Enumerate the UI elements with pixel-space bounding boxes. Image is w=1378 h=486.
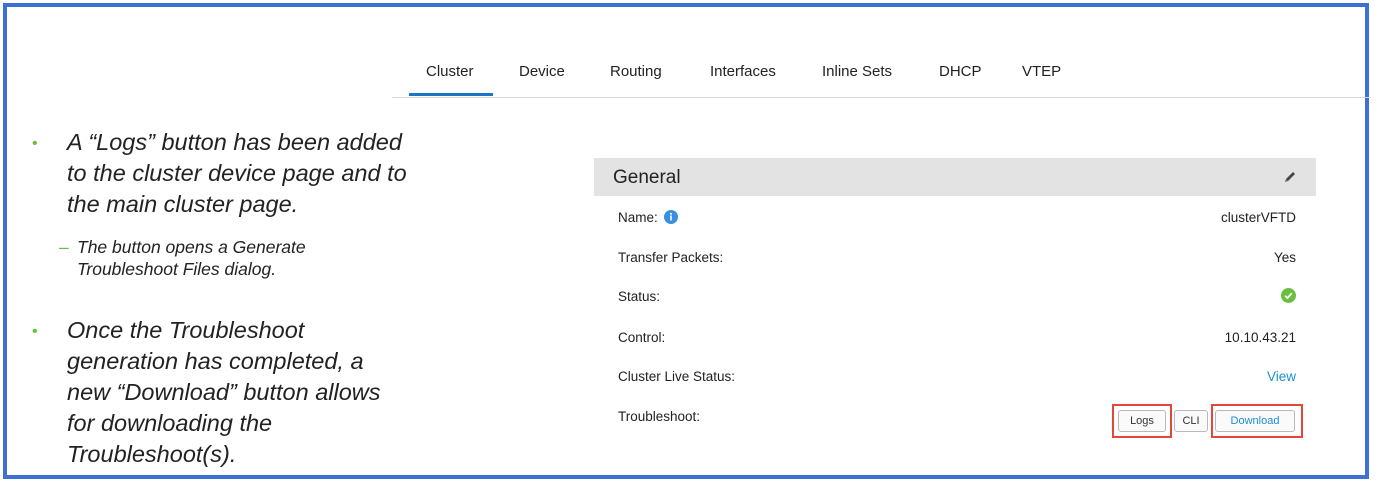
bullet-logs: • A “Logs” button has been added to the … <box>32 127 407 220</box>
bullet-dot: • <box>32 323 38 340</box>
row-label: Troubleshoot: <box>618 409 701 424</box>
row-control: Control: 10.10.43.21 <box>618 330 1296 350</box>
bullet-line: generation has completed, a <box>67 348 364 374</box>
row-label: Status: <box>618 289 661 304</box>
row-status: Status: <box>618 288 1296 309</box>
tab-bar: Cluster Device Routing Interfaces Inline… <box>392 49 1370 98</box>
tab-interfaces[interactable]: Interfaces <box>710 63 776 80</box>
row-label-text: Name: <box>618 210 658 225</box>
bullet-line: Once the Troubleshoot <box>67 317 305 343</box>
panel-header: General <box>594 158 1316 196</box>
info-icon[interactable] <box>663 210 678 224</box>
row-value: 10.10.43.21 <box>1224 330 1296 345</box>
row-value: clusterVFTD <box>1220 210 1296 225</box>
row-label: Transfer Packets: <box>618 250 724 265</box>
bullet-line: new “Download” button allows <box>67 379 381 405</box>
cli-button[interactable]: CLI <box>1174 410 1208 432</box>
check-circle-icon <box>1281 288 1296 303</box>
view-link[interactable]: View <box>1267 369 1296 384</box>
logs-highlight-box <box>1112 404 1172 438</box>
row-label: Name: <box>618 210 678 225</box>
bullet-dot: • <box>32 135 38 152</box>
slide-frame: Cluster Device Routing Interfaces Inline… <box>3 3 1370 479</box>
tab-device[interactable]: Device <box>519 63 565 80</box>
pencil-icon[interactable] <box>1282 169 1298 185</box>
sub-bullet-line: Troubleshoot Files dialog. <box>77 259 277 279</box>
row-name: Name: clusterVFTD <box>618 210 1296 230</box>
row-label: Control: <box>618 330 666 345</box>
tab-routing[interactable]: Routing <box>610 63 662 80</box>
tab-dhcp[interactable]: DHCP <box>939 63 982 80</box>
download-highlight-box <box>1211 404 1303 438</box>
general-panel: General Name: clusterVFTD Transfer Packe… <box>594 158 1316 438</box>
row-value: Yes <box>1273 250 1296 265</box>
tab-cluster[interactable]: Cluster <box>409 63 492 96</box>
row-cluster-live-status: Cluster Live Status: View <box>618 369 1296 389</box>
bullet-line: A “Logs” button has been added <box>67 129 402 155</box>
panel-title: General <box>613 167 681 188</box>
sub-bullet-dash: – <box>59 237 69 257</box>
sub-bullet-line: The button opens a Generate <box>77 237 306 257</box>
bullet-line: for downloading the <box>67 410 273 436</box>
bullet-line: to the cluster device page and to <box>67 160 407 186</box>
bullet-download: • Once the Troubleshoot generation has c… <box>32 315 381 470</box>
bullet-line: the main cluster page. <box>67 191 299 217</box>
tab-vtep[interactable]: VTEP <box>1022 63 1061 80</box>
bullet-line: Troubleshoot(s). <box>67 441 237 467</box>
sub-bullet-dialog: – The button opens a Generate Troublesho… <box>33 236 306 280</box>
row-label: Cluster Live Status: <box>618 369 736 384</box>
tab-inline-sets[interactable]: Inline Sets <box>822 63 892 80</box>
row-transfer-packets: Transfer Packets: Yes <box>618 250 1296 270</box>
